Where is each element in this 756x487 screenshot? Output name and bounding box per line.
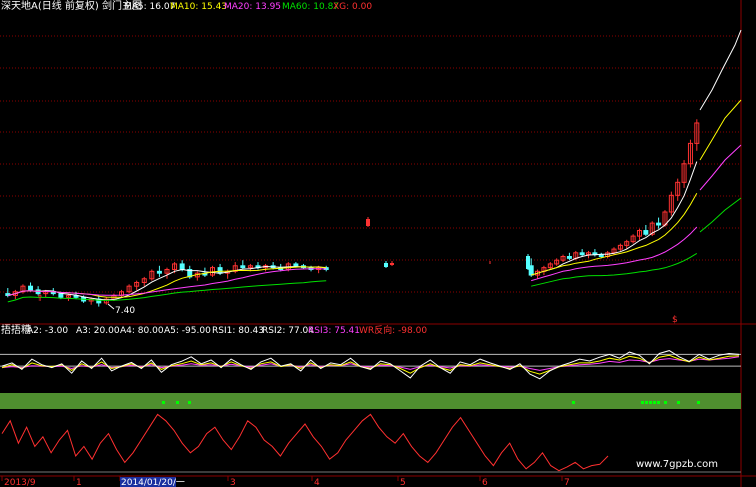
- chart-stage: 7.40 ⇑ $ 深天地A(日线 前复权) 剑门主图 MA5: 16.07 MA10: 1…: [0, 0, 756, 487]
- ma60-line-2: [531, 252, 698, 287]
- a3-label: A3: 20.00: [76, 326, 120, 336]
- x-tick-label: 3: [230, 478, 236, 487]
- ma10-line-2: [531, 193, 698, 276]
- wr-line: [1, 413, 609, 472]
- low-pointer: [107, 303, 115, 310]
- signal-dot: [641, 401, 644, 404]
- rsi2-label: RSI2: 77.04: [262, 326, 314, 336]
- candle-body: [643, 230, 649, 235]
- x-tick-label: 2013/9: [4, 478, 36, 487]
- signal-dot: [653, 401, 656, 404]
- candle-body: [579, 252, 585, 256]
- ma5-line-2: [531, 161, 698, 276]
- candle-body: [28, 285, 34, 291]
- candle-body: [366, 219, 370, 226]
- candle-body: [656, 222, 662, 226]
- ma60-line-ext: [699, 197, 742, 233]
- low-price-label: 7.40: [115, 306, 135, 316]
- signal-dot: [176, 401, 179, 404]
- watermark-text: www.7gpzb.com: [636, 459, 718, 470]
- x-tick-label: 7: [564, 478, 570, 487]
- rsi1-label: RSI1: 80.43: [212, 326, 264, 336]
- signal-marker: $: [672, 315, 678, 325]
- x-tick-label: 2014/01/20/一: [121, 478, 185, 487]
- ma20-line-ext: [699, 144, 742, 191]
- candle-body: [598, 254, 604, 258]
- candle-body: [217, 267, 223, 274]
- ma10-label: MA10: 15.43: [170, 2, 227, 12]
- a5-label: A5: -95.00: [164, 326, 211, 336]
- signal-dot: [188, 401, 191, 404]
- xg-label: XG: 0.00: [333, 2, 372, 12]
- x-tick-label: 6: [482, 478, 488, 487]
- candle-body: [528, 265, 534, 276]
- rsi2-line: [1, 354, 740, 375]
- signal-dot: [645, 401, 648, 404]
- ma5-line-ext: [699, 29, 742, 111]
- signal-band: [0, 393, 741, 409]
- signal-dot: [664, 401, 667, 404]
- signal-dot: [162, 401, 165, 404]
- rsi3-label: RSI3: 75.41: [308, 326, 360, 336]
- candle-body: [179, 263, 185, 270]
- ma5-label: MA5: 16.07: [124, 2, 175, 12]
- chart-title: 深天地A(日线 前复权) 剑门主图: [1, 0, 142, 12]
- candle-body: [240, 265, 246, 269]
- a2-label: A2: -3.00: [27, 326, 68, 336]
- signal-dot: [657, 401, 660, 404]
- a4-label: A4: 80.00: [120, 326, 164, 336]
- buy-arrow-icon: ⇑: [36, 294, 44, 304]
- signal-dot: [677, 401, 680, 404]
- candle-body: [566, 256, 572, 259]
- ma60-label: MA60: 10.87: [282, 2, 339, 12]
- signal-dot: [649, 401, 652, 404]
- x-tick-label: 1: [76, 478, 82, 487]
- candle-body: [156, 270, 162, 274]
- wr-label: WR反向: -98.00: [359, 324, 427, 336]
- x-tick-label: 4: [314, 478, 320, 487]
- candle-body: [390, 263, 394, 265]
- signal-dot: [697, 401, 700, 404]
- candle-body: [58, 293, 64, 298]
- candle-body: [293, 263, 299, 267]
- candle-body: [384, 263, 388, 267]
- chart-canvas: 7.40 ⇑ $ 深天地A(日线 前复权) 剑门主图MA5: 16.07MA10: 1…: [0, 0, 756, 487]
- ma20-label: MA20: 13.95: [224, 2, 281, 12]
- signal-dot: [572, 401, 575, 404]
- x-tick-label: 5: [400, 478, 406, 487]
